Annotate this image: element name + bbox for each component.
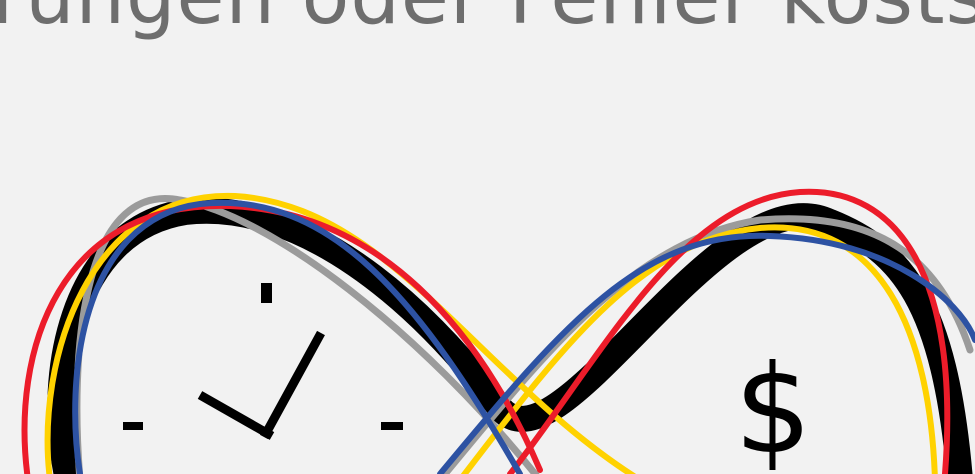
clock-tick-12 [261, 283, 272, 303]
infinity-illustration: $ [21, 188, 975, 474]
slide-canvas: rungen oder Fehler kostspi $ [0, 0, 975, 474]
clock-tick-9 [123, 422, 143, 430]
black-loop-line [47, 197, 973, 474]
clock-icon [123, 283, 403, 440]
clock-tick-3 [381, 422, 403, 430]
clock-hand-minute [260, 330, 325, 440]
dollar-icon: $ [734, 339, 812, 474]
clock-hand-hour [197, 391, 275, 440]
dollar-symbol: $ [734, 339, 812, 474]
